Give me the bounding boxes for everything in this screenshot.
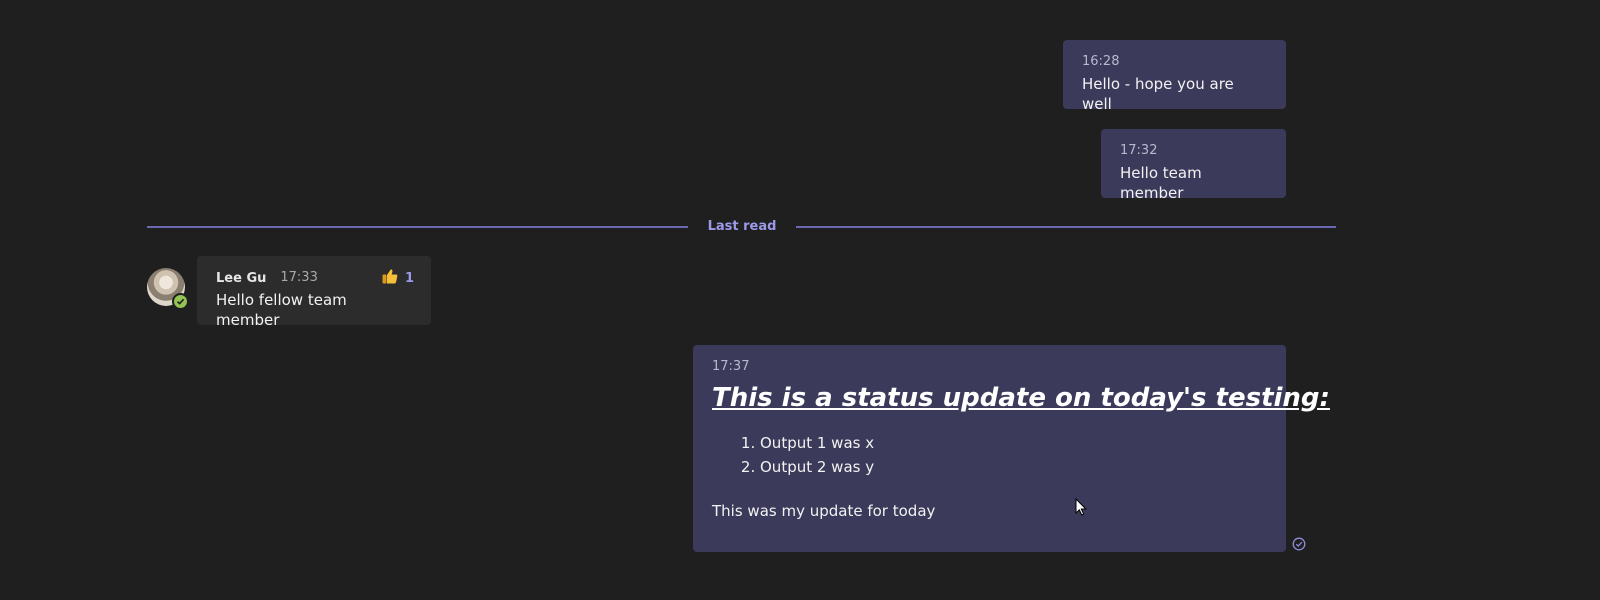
message-timestamp: 16:28 xyxy=(1082,54,1120,69)
sender-name[interactable]: Lee Gu xyxy=(216,271,266,286)
message-text: Hello team member xyxy=(1120,164,1202,202)
message-bubble[interactable]: 16:28 Hello - hope you are well xyxy=(1063,40,1286,113)
seen-check-icon xyxy=(1292,537,1306,551)
chat-pane: 16:28 Hello - hope you are well 17:32 He… xyxy=(0,0,1600,600)
message-bubble[interactable]: 17:32 Hello team member xyxy=(1101,129,1286,202)
message-timestamp: 17:37 xyxy=(712,359,750,374)
last-read-divider-line xyxy=(147,226,688,228)
message-bubble[interactable]: Lee Gu 17:33 Hello fellow team member 1 xyxy=(197,256,431,329)
message-timestamp: 17:33 xyxy=(280,270,318,285)
message-text: This was my update for today xyxy=(712,502,936,520)
status-heading: This is a status update on today's testi… xyxy=(712,383,1330,413)
last-read-label: Last read xyxy=(707,219,777,234)
reaction-count: 1 xyxy=(404,270,414,286)
message-text: Hello fellow team member xyxy=(216,291,347,329)
message-timestamp: 17:32 xyxy=(1120,143,1158,158)
list-item: Output 2 was y xyxy=(760,455,1267,479)
message-bubble[interactable]: 17:37 This is a status update on today's… xyxy=(693,345,1330,552)
last-read-divider-line xyxy=(796,226,1336,228)
mouse-pointer-icon xyxy=(1075,498,1087,516)
presence-available-icon xyxy=(172,293,189,310)
status-list: Output 1 was x Output 2 was y xyxy=(712,431,1267,479)
thumbs-up-icon xyxy=(381,267,399,289)
list-item: Output 1 was x xyxy=(760,431,1267,455)
message-text: Hello - hope you are well xyxy=(1082,75,1234,113)
reaction[interactable]: 1 xyxy=(381,267,414,289)
